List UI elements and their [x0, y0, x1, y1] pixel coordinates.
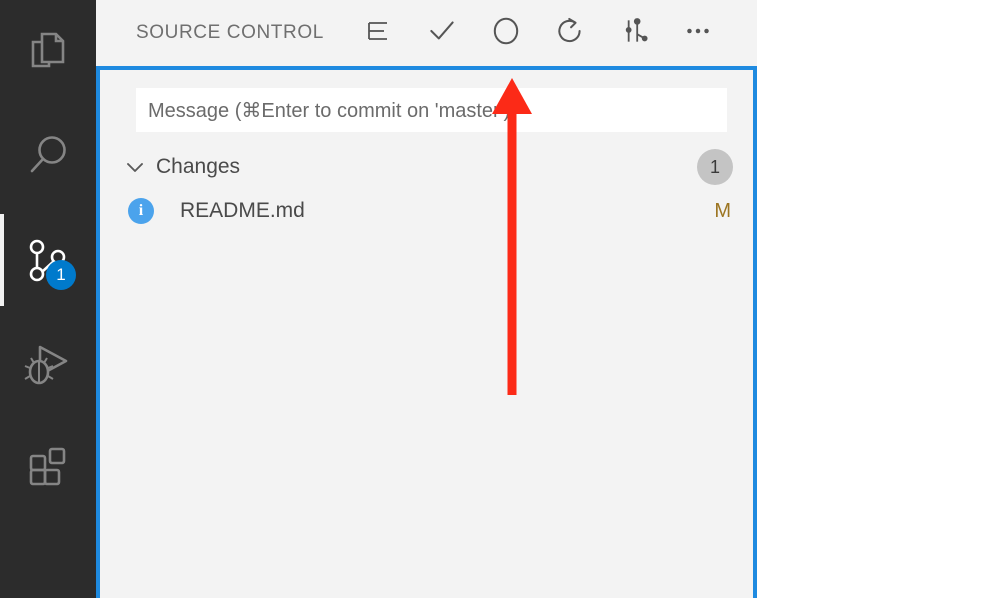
- commit-message-placeholder: Message (⌘Enter to commit on 'master'): [148, 99, 511, 122]
- check-icon: [426, 15, 458, 52]
- vscode-window: 1 SOURCE CONTROL Message (⌘Enter to comm…: [0, 0, 1000, 598]
- changes-label: Changes: [156, 155, 241, 178]
- info-icon: i: [128, 198, 154, 224]
- editor-area: [757, 0, 1000, 598]
- stage-all-circle-button[interactable]: [474, 10, 538, 56]
- commit-message-input[interactable]: Message (⌘Enter to commit on 'master'): [136, 88, 727, 132]
- sidebar-toolbar: [346, 10, 730, 56]
- refresh-icon: [554, 15, 586, 52]
- git-graph-icon: [618, 15, 650, 52]
- run-debug-icon: [22, 338, 74, 390]
- view-list-icon: [363, 16, 393, 51]
- search-icon: [22, 130, 74, 182]
- files-icon: [22, 26, 74, 78]
- sidebar-title: SOURCE CONTROL: [136, 22, 324, 43]
- activity-item-search[interactable]: [0, 104, 96, 208]
- more-actions-button[interactable]: [666, 10, 730, 56]
- view-as-list-button[interactable]: [346, 10, 410, 56]
- commit-button[interactable]: [410, 10, 474, 56]
- extensions-icon: [22, 442, 74, 494]
- activity-bar: 1: [0, 0, 96, 598]
- changes-section-header[interactable]: Changes 1: [100, 146, 753, 188]
- changes-count-badge: 1: [697, 149, 733, 185]
- list-item[interactable]: i README.md M: [100, 190, 753, 232]
- sidebar-header: SOURCE CONTROL: [96, 0, 757, 66]
- status-badge: M: [714, 199, 731, 222]
- source-control-sidebar: SOURCE CONTROL Message (⌘Enter to commit…: [96, 0, 757, 598]
- sidebar-body: Message (⌘Enter to commit on 'master') C…: [96, 66, 757, 598]
- activity-item-source-control[interactable]: 1: [0, 208, 96, 312]
- git-graph-button[interactable]: [602, 10, 666, 56]
- chevron-down-icon[interactable]: [122, 154, 148, 180]
- refresh-button[interactable]: [538, 10, 602, 56]
- ellipsis-icon: [682, 15, 714, 52]
- activity-item-explorer[interactable]: [0, 0, 96, 104]
- circle-icon: [490, 15, 522, 52]
- activity-item-extensions[interactable]: [0, 416, 96, 520]
- source-control-badge: 1: [46, 260, 76, 290]
- activity-item-run-and-debug[interactable]: [0, 312, 96, 416]
- file-name-label: README.md: [180, 199, 305, 222]
